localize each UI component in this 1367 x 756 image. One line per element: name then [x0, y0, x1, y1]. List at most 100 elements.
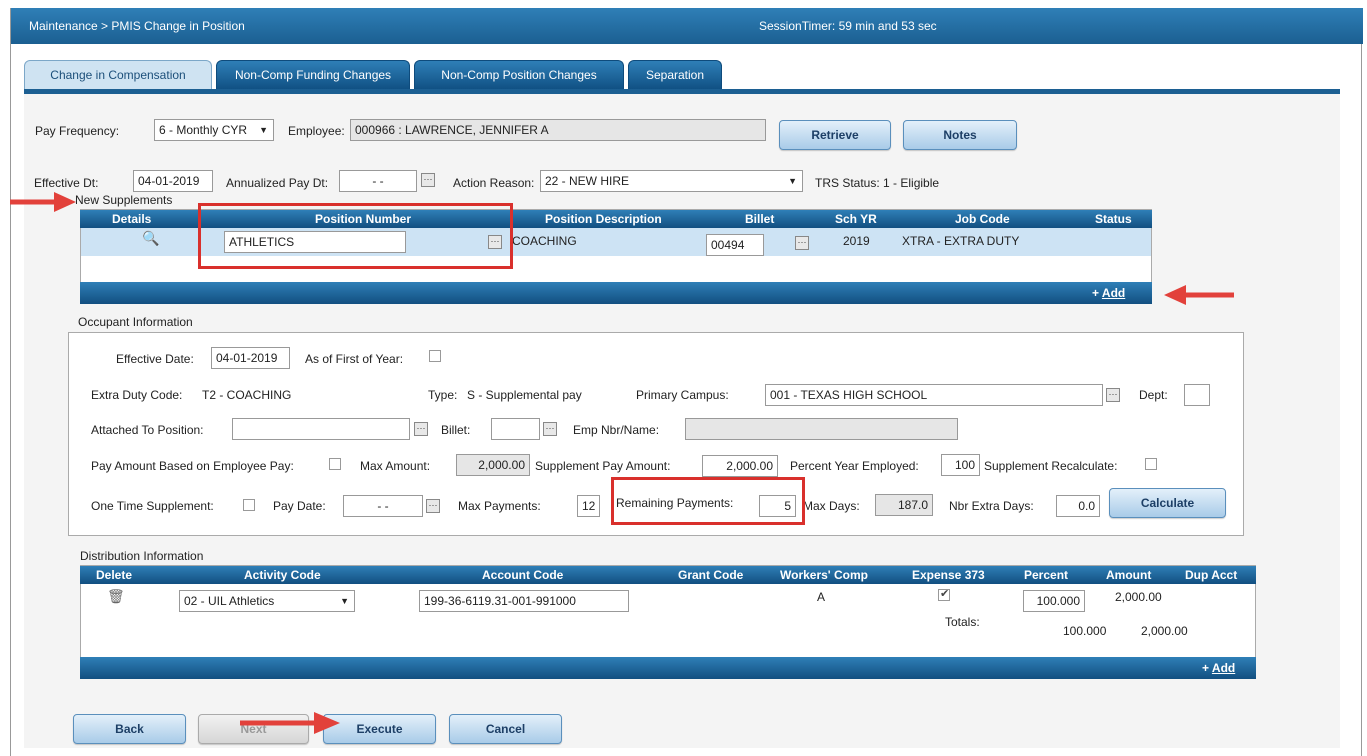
annualized-pay-dt-field[interactable]: - - — [339, 170, 417, 192]
attached-lookup-icon[interactable]: ··· — [414, 422, 428, 436]
job-code-value: XTRA - EXTRA DUTY — [902, 234, 1020, 248]
employee-label: Employee: — [288, 124, 345, 138]
dropdown-arrow-icon: ▼ — [340, 596, 349, 606]
trash-icon[interactable]: 🗑 — [107, 588, 125, 605]
totals-amount: 2,000.00 — [1141, 624, 1188, 638]
arrow-right-icon — [240, 712, 340, 734]
magnifier-icon[interactable]: 🔍 — [142, 230, 159, 247]
totals-label: Totals: — [945, 615, 980, 629]
retrieve-button[interactable]: Retrieve — [779, 120, 891, 150]
trs-status: TRS Status: 1 - Eligible — [815, 176, 940, 190]
title-bar: Maintenance > PMIS Change in Position Se… — [11, 8, 1363, 44]
calculate-button[interactable]: Calculate — [1109, 488, 1226, 518]
supplement-pay-field[interactable]: 2,000.00 — [702, 455, 778, 477]
campus-lookup-icon[interactable]: ··· — [1106, 388, 1120, 402]
percent-year-label: Percent Year Employed: — [790, 459, 919, 473]
action-reason-select[interactable]: 22 - NEW HIRE ▼ — [540, 170, 803, 192]
notes-button[interactable]: Notes — [903, 120, 1017, 150]
employee-field[interactable]: 000966 : LAWRENCE, JENNIFER A — [350, 119, 766, 141]
col-job-code: Job Code — [955, 212, 1010, 226]
pay-date-picker-icon[interactable]: ··· — [426, 499, 440, 513]
percent-field[interactable]: 100.000 — [1023, 590, 1085, 612]
tab-change-in-compensation[interactable]: Change in Compensation — [24, 60, 212, 90]
add-supplement-link[interactable]: + Add — [1092, 286, 1125, 300]
percent-year-field[interactable]: 100 — [941, 454, 980, 476]
sch-yr-value: 2019 — [843, 234, 870, 248]
type-value: S - Supplemental pay — [467, 388, 582, 402]
dropdown-arrow-icon: ▼ — [788, 176, 797, 186]
activity-code-select[interactable]: 02 - UIL Athletics ▼ — [179, 590, 355, 612]
expense-373-checkbox[interactable] — [938, 587, 950, 601]
dropdown-arrow-icon: ▼ — [259, 125, 268, 135]
supplement-recalculate-label: Supplement Recalculate: — [984, 459, 1118, 473]
amount-value: 2,000.00 — [1115, 590, 1162, 604]
effective-date-label: Effective Date: — [116, 352, 194, 366]
billet-field[interactable]: 00494 — [706, 234, 764, 256]
add-distribution-link[interactable]: + Add — [1202, 661, 1235, 675]
tab-separation[interactable]: Separation — [628, 60, 722, 90]
distribution-footer: + Add — [80, 657, 1256, 679]
pay-frequency-select[interactable]: 6 - Monthly CYR ▼ — [154, 119, 274, 141]
calendar-picker-icon[interactable]: ··· — [421, 173, 435, 187]
col-percent: Percent — [1024, 568, 1069, 582]
occupant-information-title: Occupant Information — [78, 315, 193, 329]
col-delete: Delete — [96, 568, 133, 582]
col-activity-code: Activity Code — [244, 568, 321, 582]
distribution-information-title: Distribution Information — [80, 549, 204, 563]
attached-to-position-label: Attached To Position: — [91, 423, 204, 437]
emp-nbr-name-label: Emp Nbr/Name: — [573, 423, 660, 437]
action-reason-label: Action Reason: — [453, 176, 535, 190]
account-code-field[interactable]: 199-36-6119.31-001-991000 — [419, 590, 629, 612]
position-description: COACHING — [512, 234, 577, 248]
supplement-pay-label: Supplement Pay Amount: — [535, 459, 671, 473]
supplement-recalculate-checkbox[interactable] — [1145, 458, 1157, 470]
back-button[interactable]: Back — [73, 714, 186, 744]
col-grant-code: Grant Code — [678, 568, 744, 582]
billet-label: Billet: — [441, 423, 471, 437]
col-details: Details — [112, 212, 152, 226]
occupant-billet-field[interactable] — [491, 418, 540, 440]
max-payments-label: Max Payments: — [458, 499, 541, 513]
totals-percent: 100.000 — [1063, 624, 1107, 638]
pay-based-label: Pay Amount Based on Employee Pay: — [91, 459, 294, 473]
nbr-extra-days-field[interactable]: 0.0 — [1056, 495, 1100, 517]
primary-campus-label: Primary Campus: — [636, 388, 729, 402]
tab-non-comp-position-changes[interactable]: Non-Comp Position Changes — [414, 60, 624, 90]
new-supplements-title: New Supplements — [75, 193, 173, 207]
effective-dt-field[interactable]: 04-01-2019 — [133, 170, 213, 192]
max-amount-label: Max Amount: — [360, 459, 431, 473]
supplements-footer: + Add — [80, 282, 1152, 304]
col-position-description: Position Description — [545, 212, 662, 226]
one-time-supplement-checkbox[interactable] — [243, 499, 255, 511]
max-amount-field: 2,000.00 — [456, 454, 530, 476]
dept-field[interactable] — [1184, 384, 1210, 406]
type-label: Type: — [428, 388, 458, 402]
tab-non-comp-funding-changes[interactable]: Non-Comp Funding Changes — [216, 60, 410, 90]
dept-label: Dept: — [1139, 388, 1168, 402]
attached-to-position-field[interactable] — [232, 418, 410, 440]
billet-lookup-icon[interactable]: ··· — [795, 236, 809, 250]
col-expense-373: Expense 373 — [912, 568, 985, 582]
workers-comp-value: A — [817, 590, 826, 604]
col-dup-acct: Dup Acct — [1185, 568, 1238, 582]
as-of-first-label: As of First of Year: — [305, 352, 404, 366]
occupant-billet-lookup-icon[interactable]: ··· — [543, 422, 557, 436]
action-reason-value: 22 - NEW HIRE — [545, 174, 630, 188]
as-of-first-checkbox[interactable] — [429, 350, 441, 362]
effective-date-field[interactable]: 04-01-2019 — [211, 347, 290, 369]
highlight-remaining-payments — [611, 477, 805, 525]
col-account-code: Account Code — [482, 568, 564, 582]
pay-date-field[interactable]: - - — [343, 495, 423, 517]
breadcrumb: Maintenance > PMIS Change in Position — [29, 19, 245, 33]
pay-based-checkbox[interactable] — [329, 458, 341, 470]
max-days-label: Max Days: — [803, 499, 860, 513]
annualized-pay-dt-label: Annualized Pay Dt: — [226, 176, 329, 190]
cancel-button[interactable]: Cancel — [449, 714, 562, 744]
max-payments-field[interactable]: 12 — [577, 495, 600, 517]
primary-campus-field[interactable]: 001 - TEXAS HIGH SCHOOL — [765, 384, 1103, 406]
pay-frequency-label: Pay Frequency: — [35, 124, 120, 138]
arrow-left-icon — [1164, 285, 1234, 305]
col-workers-comp: Workers' Comp — [780, 568, 868, 582]
extra-duty-value: T2 - COACHING — [202, 388, 292, 402]
col-status: Status — [1095, 212, 1132, 226]
